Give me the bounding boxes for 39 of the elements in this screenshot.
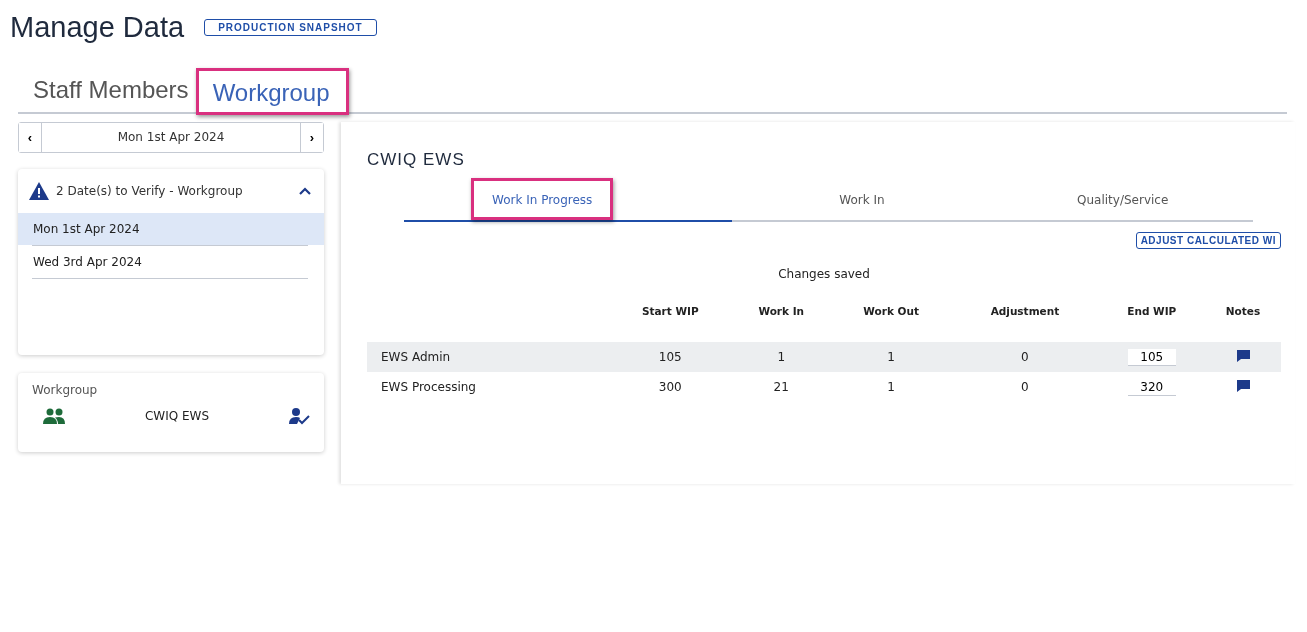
table-cell: 0 [1021, 380, 1029, 394]
column-header: Notes [1225, 305, 1261, 317]
snapshot-badge: PRODUCTION SNAPSHOT [204, 18, 377, 36]
column-header: Start WIP [641, 305, 699, 317]
people-icon [42, 408, 66, 424]
section-title: CWIQ EWS [367, 150, 466, 170]
tab[interactable]: Staff Members [18, 73, 196, 112]
column-header: Work In [758, 305, 805, 317]
warning-icon [28, 181, 50, 201]
comment-icon[interactable] [1235, 378, 1251, 393]
page-title: Manage Data [10, 10, 185, 44]
comment-icon[interactable] [1235, 348, 1251, 363]
adjust-button[interactable]: ADJUST CALCULATED WI [1135, 232, 1281, 249]
date-list-item[interactable]: Mon 1st Apr 2024 [18, 213, 324, 245]
table-cell: 1 [887, 350, 895, 364]
end-wip-field[interactable]: 320 [1127, 378, 1176, 396]
column-header: Work Out [863, 305, 919, 317]
table-cell: 105 [658, 350, 682, 364]
tab[interactable]: Workgroup [195, 68, 349, 115]
collapse-chevron-icon[interactable] [298, 186, 312, 196]
workgroup-name: CWIQ EWS [144, 409, 210, 423]
table-cell: 300 [658, 380, 682, 394]
status-message: Changes saved [777, 267, 871, 281]
date-list-item[interactable]: Wed 3rd Apr 2024 [18, 246, 324, 278]
card-heading: Workgroup [32, 382, 99, 399]
column-header: Adjustment [990, 305, 1060, 317]
tab[interactable]: Quality/Service [1056, 178, 1190, 220]
column-header: End WIP [1127, 305, 1177, 317]
tab[interactable]: Work In [818, 178, 906, 220]
table-cell: 0 [1021, 350, 1029, 364]
verify-title: 2 Date(s) to Verify - Workgroup [56, 184, 244, 198]
table-cell: 1 [887, 380, 895, 394]
table-cell: EWS Processing [381, 380, 476, 394]
table-cell: 1 [777, 350, 786, 364]
table-cell: EWS Admin [381, 350, 451, 364]
end-wip-field[interactable]: 105 [1127, 348, 1176, 366]
person-check-icon[interactable] [288, 407, 310, 425]
table-cell: 21 [773, 380, 789, 394]
tab[interactable]: Work In Progress [471, 178, 614, 220]
